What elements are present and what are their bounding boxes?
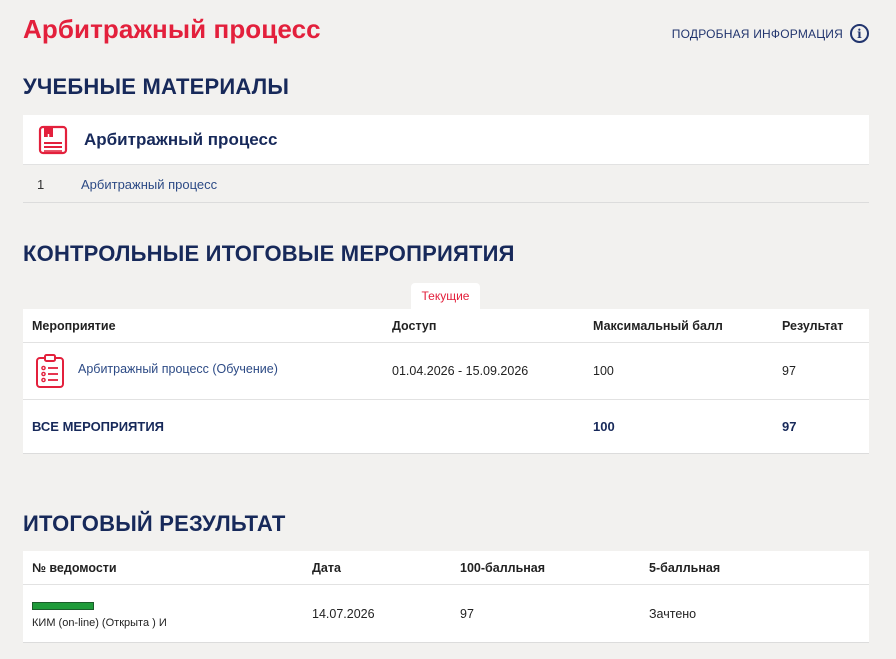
book-icon <box>38 125 68 154</box>
sheet-label: КИМ (on-line) (Открыта ) И <box>32 617 167 629</box>
column-header: № ведомости <box>32 560 117 575</box>
status-bar <box>32 602 94 610</box>
table-header-row: № ведомости Дата 100-балльная 5-балльная <box>23 551 869 585</box>
material-link[interactable]: Арбитражный процесс <box>81 177 217 192</box>
details-link[interactable]: ПОДРОБНАЯ ИНФОРМАЦИЯ i <box>672 24 869 43</box>
result-score-5: Зачтено <box>649 606 697 621</box>
result-score-100: 97 <box>460 606 474 621</box>
list-item: 1 Арбитражный процесс <box>23 166 869 203</box>
table-row: КИМ (on-line) (Открыта ) И 14.07.2026 97… <box>23 585 869 643</box>
events-section-title: КОНТРОЛЬНЫЕ ИТОГОВЫЕ МЕРОПРИЯТИЯ <box>23 241 515 266</box>
total-result: 97 <box>782 419 797 434</box>
event-max-score: 100 <box>593 364 614 378</box>
details-link-label: ПОДРОБНАЯ ИНФОРМАЦИЯ <box>671 26 843 41</box>
table-total-row: ВСЕ МЕРОПРИЯТИЯ 100 97 <box>23 400 869 454</box>
final-section-title: ИТОГОВЫЙ РЕЗУЛЬТАТ <box>23 511 286 536</box>
info-icon: i <box>850 24 869 43</box>
table-header-row: Мероприятие Доступ Максимальный балл Рез… <box>23 309 869 343</box>
events-table: Мероприятие Доступ Максимальный балл Рез… <box>23 309 869 454</box>
clipboard-list-icon <box>36 354 64 388</box>
total-label: ВСЕ МЕРОПРИЯТИЯ <box>32 419 165 434</box>
tab-current[interactable]: Текущие <box>411 283 480 309</box>
column-header: 100-балльная <box>460 560 546 575</box>
sheet-cell: КИМ (on-line) (Открыта ) И <box>23 598 312 629</box>
materials-section-title: УЧЕБНЫЕ МАТЕРИАЛЫ <box>23 74 290 99</box>
event-link[interactable]: Арбитражный процесс (Обучение) <box>78 362 278 376</box>
event-result: 97 <box>782 364 796 378</box>
material-number: 1 <box>37 176 45 192</box>
column-header: Результат <box>782 318 844 333</box>
event-name-cell: Арбитражный процесс (Обучение) <box>23 353 392 389</box>
column-header: 5-балльная <box>649 560 721 575</box>
total-max-score: 100 <box>593 419 615 434</box>
final-table: № ведомости Дата 100-балльная 5-балльная… <box>23 551 869 643</box>
column-header: Мероприятие <box>32 318 116 333</box>
event-access: 01.04.2026 - 15.09.2026 <box>392 364 529 378</box>
column-header: Доступ <box>392 318 437 333</box>
materials-card: Арбитражный процесс <box>23 115 869 165</box>
page-title: Арбитражный процесс <box>23 14 321 44</box>
materials-card-title: Арбитражный процесс <box>84 129 278 149</box>
column-header: Максимальный балл <box>593 318 723 333</box>
column-header: Дата <box>312 560 341 575</box>
table-row: Арбитражный процесс (Обучение) 01.04.202… <box>23 343 869 400</box>
page: Арбитражный процесс ПОДРОБНАЯ ИНФОРМАЦИЯ… <box>0 0 896 659</box>
result-date: 14.07.2026 <box>312 606 375 621</box>
